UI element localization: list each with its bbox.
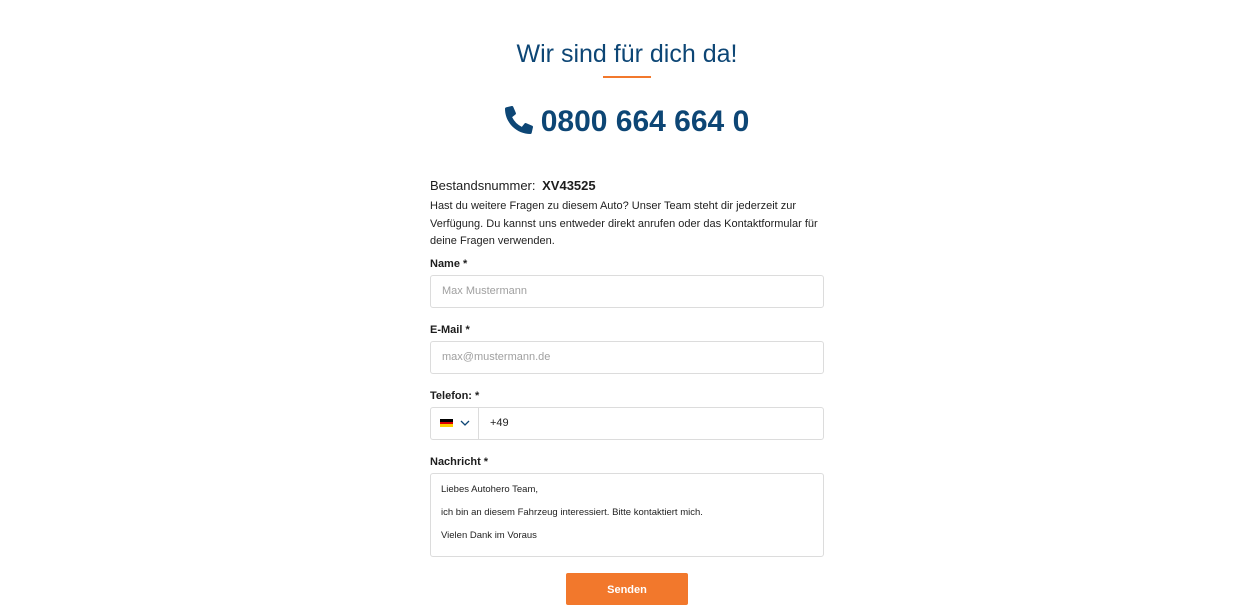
intro-text: Hast du weitere Fragen zu diesem Auto? U… — [430, 200, 818, 247]
email-label: E-Mail * — [430, 323, 470, 336]
phone-hotline[interactable]: 0800 664 664 0 — [0, 101, 1254, 143]
phone-icon — [504, 106, 533, 134]
name-input[interactable]: Max Mustermann — [430, 274, 824, 308]
stock-label: Bestandsnummer: — [430, 178, 536, 193]
stock-value: XV43525 — [542, 178, 596, 193]
message-line: ich bin an diesem Fahrzeug interessiert.… — [441, 506, 703, 518]
contact-form: Bestandsnummer: XV43525 Hast du weitere … — [430, 176, 824, 605]
phone-input[interactable]: +49 — [430, 406, 824, 440]
submit-button[interactable]: Senden — [566, 572, 688, 605]
de-flag-icon — [439, 419, 453, 428]
page-title: Wir sind für dich da! — [516, 40, 738, 68]
phone-label: Telefon: * — [430, 389, 480, 402]
chevron-down-icon — [460, 420, 469, 426]
phone-prefix[interactable]: +49 — [479, 408, 509, 439]
contact-page: Wir sind für dich da! 0800 664 664 0 Bes… — [0, 0, 1254, 612]
message-line: Vielen Dank im Voraus — [441, 529, 537, 541]
message-textarea[interactable]: Liebes Autohero Team, ich bin an diesem … — [430, 472, 824, 557]
message-label: Nachricht * — [430, 455, 489, 468]
phone-number[interactable]: 0800 664 664 0 — [541, 105, 750, 138]
message-line: Liebes Autohero Team, — [441, 483, 539, 495]
title-divider — [603, 76, 651, 78]
stock-number: Bestandsnummer: XV43525 — [430, 176, 824, 196]
name-label: Name * — [430, 257, 468, 270]
country-code-select[interactable] — [431, 407, 479, 439]
email-input[interactable]: max@mustermann.de — [430, 340, 824, 374]
